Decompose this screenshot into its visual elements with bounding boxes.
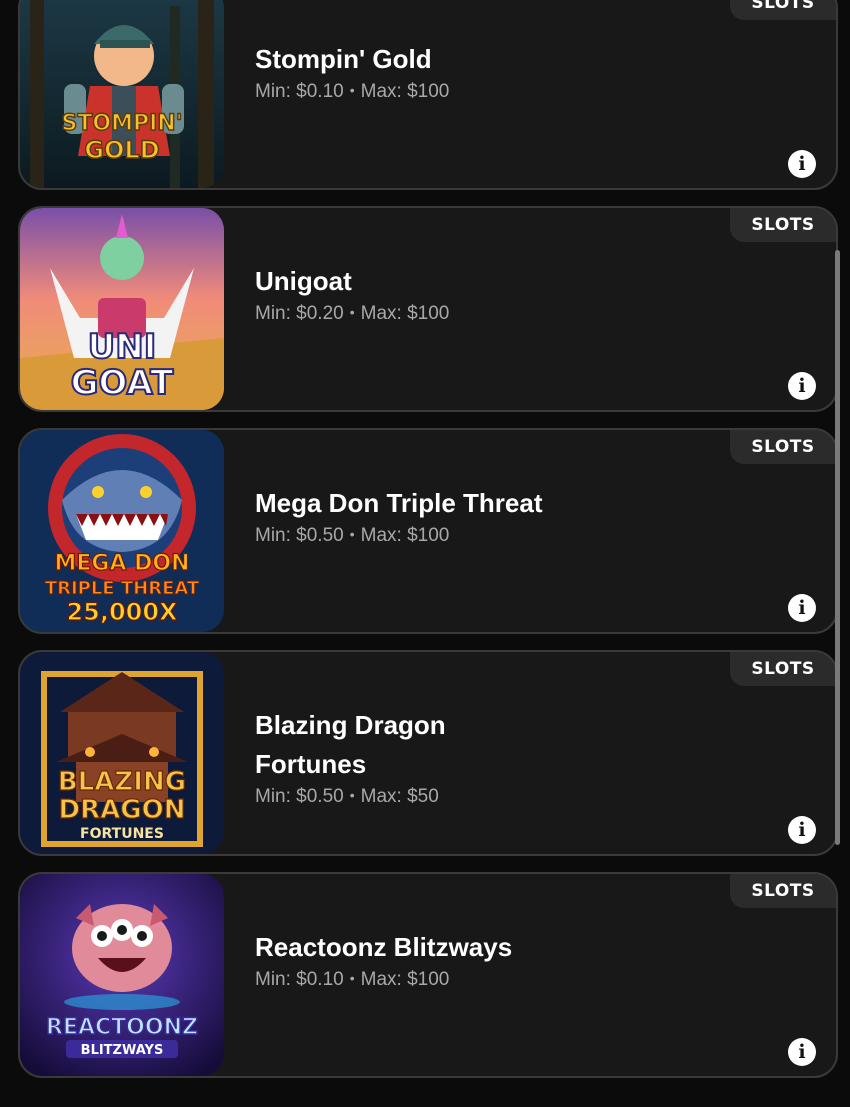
logo-text-line2: GOAT [71, 363, 175, 403]
logo-text-line1: BLAZING [58, 767, 186, 797]
bet-limits: Min: $0.10 • Max: $100 [255, 967, 555, 993]
info-icon[interactable]: i [788, 816, 816, 844]
game-thumbnail-reactoonz[interactable]: REACTOONZ BLITZWAYS [20, 874, 224, 1076]
game-card-unigoat[interactable]: UNI GOAT SLOTS Unigoat Min: $0.20 • Max: $… [18, 206, 838, 412]
logo-text-line2: BLITZWAYS [81, 1043, 164, 1058]
game-card-stompin-gold[interactable]: STOMPIN' GOLD SLOTS Stompin' Gold Min: $… [18, 0, 838, 190]
game-card-mega-don-triple-threat[interactable]: MEGA DON TRIPLE THREAT 25,000X SLOTS Meg… [18, 428, 838, 634]
game-list-page: STOMPIN' GOLD SLOTS Stompin' Gold Min: $… [0, 0, 850, 1107]
logo-text-line1: REACTOONZ [46, 1015, 198, 1040]
logo-text-line1: STOMPIN' [62, 111, 183, 136]
game-info: Stompin' Gold Min: $0.10 • Max: $100 [255, 40, 555, 105]
game-info: Reactoonz Blitzways Min: $0.10 • Max: $100 [255, 928, 555, 993]
game-list: STOMPIN' GOLD SLOTS Stompin' Gold Min: $… [18, 0, 838, 1094]
game-title[interactable]: Mega Don Triple Threat [255, 484, 555, 523]
min-bet: Min: $0.20 [255, 303, 344, 324]
mega-don-artwork: MEGA DON TRIPLE THREAT 25,000X [20, 430, 224, 632]
game-title[interactable]: Stompin' Gold [255, 40, 555, 79]
min-bet: Min: $0.50 [255, 786, 344, 807]
game-info: Unigoat Min: $0.20 • Max: $100 [255, 262, 555, 327]
game-thumbnail-blazing-dragon[interactable]: BLAZING DRAGON FORTUNES [20, 652, 224, 854]
separator-dot: • [349, 526, 355, 542]
max-bet: Max: $50 [360, 786, 439, 807]
category-badge: SLOTS [730, 208, 836, 242]
separator-dot: • [349, 787, 355, 803]
unigoat-artwork: UNI GOAT [20, 208, 224, 410]
info-icon[interactable]: i [788, 1038, 816, 1066]
category-badge: SLOTS [730, 430, 836, 464]
separator-dot: • [349, 82, 355, 98]
game-info: Mega Don Triple Threat Min: $0.50 • Max: $… [255, 484, 555, 549]
game-title[interactable]: Reactoonz Blitzways [255, 928, 555, 967]
separator-dot: • [349, 970, 355, 986]
category-badge: SLOTS [730, 874, 836, 908]
max-bet: Max: $100 [360, 525, 450, 546]
category-badge: SLOTS [730, 652, 836, 686]
game-card-blazing-dragon-fortunes[interactable]: BLAZING DRAGON FORTUNES SLOTS Blazing Dr… [18, 650, 838, 856]
max-bet: Max: $100 [360, 303, 450, 324]
game-thumbnail-stompin-gold[interactable]: STOMPIN' GOLD [20, 0, 224, 188]
logo-text-line1: MEGA DON [54, 551, 189, 576]
game-info: Blazing Dragon Fortunes Min: $0.50 • Max: … [255, 706, 555, 810]
info-icon[interactable]: i [788, 372, 816, 400]
separator-dot: • [349, 304, 355, 320]
bet-limits: Min: $0.10 • Max: $100 [255, 79, 555, 105]
max-bet: Max: $100 [360, 81, 450, 102]
logo-text-line2: DRAGON [59, 795, 186, 825]
game-title[interactable]: Unigoat [255, 262, 555, 301]
logo-text-line1: UNI [88, 327, 157, 367]
info-icon[interactable]: i [788, 150, 816, 178]
bet-limits: Min: $0.50 • Max: $100 [255, 523, 555, 549]
logo-text-line3: 25,000X [66, 598, 178, 626]
game-title[interactable]: Blazing Dragon Fortunes [255, 706, 555, 784]
min-bet: Min: $0.50 [255, 525, 344, 546]
logo-text-line2: GOLD [84, 136, 159, 164]
logo-text-line3: FORTUNES [80, 826, 164, 842]
stompin-gold-artwork: STOMPIN' GOLD [20, 0, 224, 188]
blazing-dragon-artwork: BLAZING DRAGON FORTUNES [20, 652, 224, 854]
game-thumbnail-mega-don[interactable]: MEGA DON TRIPLE THREAT 25,000X [20, 430, 224, 632]
min-bet: Min: $0.10 [255, 969, 344, 990]
info-icon[interactable]: i [788, 594, 816, 622]
min-bet: Min: $0.10 [255, 81, 344, 102]
max-bet: Max: $100 [360, 969, 450, 990]
bet-limits: Min: $0.20 • Max: $100 [255, 301, 555, 327]
game-card-reactoonz-blitzways[interactable]: REACTOONZ BLITZWAYS SLOTS Reactoonz Blit… [18, 872, 838, 1078]
reactoonz-artwork: REACTOONZ BLITZWAYS [20, 874, 224, 1076]
logo-text-line2: TRIPLE THREAT [45, 578, 200, 599]
vertical-scrollbar[interactable] [835, 250, 840, 845]
game-thumbnail-unigoat[interactable]: UNI GOAT [20, 208, 224, 410]
bet-limits: Min: $0.50 • Max: $50 [255, 784, 555, 810]
category-badge: SLOTS [730, 0, 836, 20]
